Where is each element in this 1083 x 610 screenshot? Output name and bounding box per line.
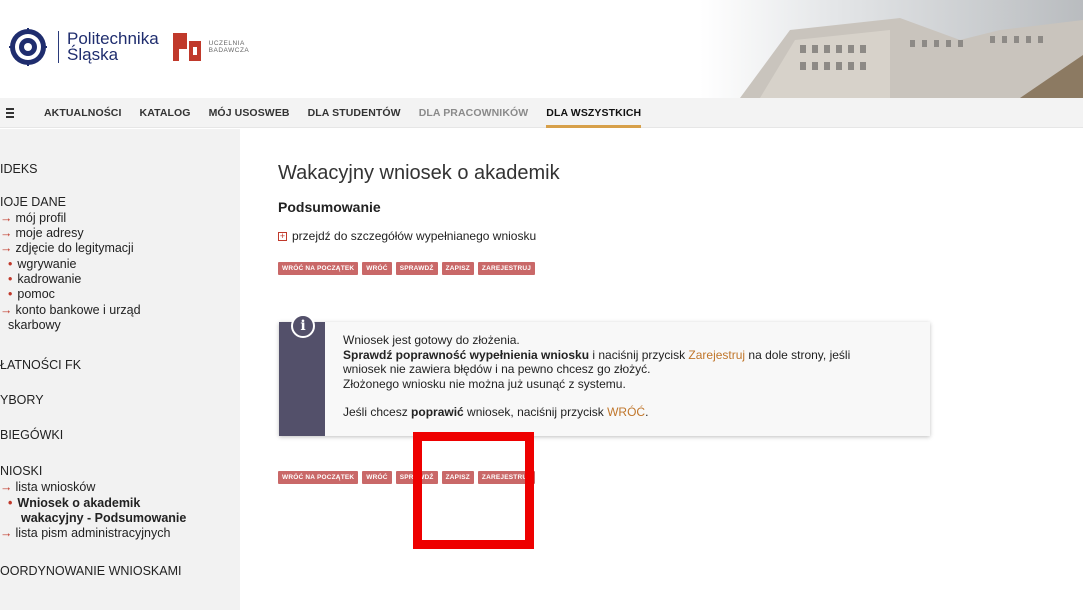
save-button[interactable]: ZAPISZ [441,262,474,275]
arrow-right-icon: → [0,480,13,494]
arrow-right-icon: → [0,241,13,255]
arrow-right-icon: → [0,211,13,225]
bullet-icon: • [8,272,13,286]
sidebar-section-platnosci[interactable]: ŁATNOŚCI FK [0,358,81,372]
sidebar-item-moj-profil[interactable]: → mój profil [0,211,66,225]
expand-icon: + [278,230,287,241]
arrow-right-icon: → [0,226,13,240]
university-name-line2: Śląska [67,45,119,64]
nav-item-katalog[interactable]: KATALOG [140,98,191,128]
sidebar-section-wybory[interactable]: YBORY [0,393,44,407]
info-message: Wniosek jest gotowy do złożenia. Sprawdź… [343,333,851,419]
university-name: Politechnika Śląska [58,30,159,64]
back-reference: WRÓĆ [607,405,646,419]
sidebar-subitem-wgrywanie[interactable]: • wgrywanie [8,257,76,271]
details-link[interactable]: + przejdź do szczegółów wypełnianego wni… [278,229,536,243]
nav-item-dla-wszystkich[interactable]: DLA WSZYSTKICH [546,98,642,128]
university-mark-icon [172,33,201,61]
sidebar-subitem-pomoc[interactable]: • pomoc [8,287,55,301]
section-title: Podsumowanie [278,199,381,215]
info-strip [279,322,325,436]
sidebar-item-zdjecie[interactable]: → zdjęcie do legitymacji [0,241,134,255]
register-button[interactable]: ZAREJESTRUJ [477,262,536,275]
bullet-icon: • [8,257,13,271]
main-navigation: AKTUALNOŚCI KATALOG MÓJ USOSWEB DLA STUD… [0,98,1083,128]
page-title: Wakacyjny wniosek o akademik [278,162,560,184]
campus-photo [700,0,1083,98]
sidebar-item-moje-adresy[interactable]: → moje adresy [0,226,84,240]
site-header: Politechnika Śląska UCZELNIA BADAWCZA [0,0,1083,98]
back-to-start-button-bottom[interactable]: WRÓĆ NA POCZĄTEK [278,471,359,484]
sidebar-subitem-wniosek-akademik[interactable]: • Wniosek o akademik [8,496,140,510]
sidebar-item-lista-pism[interactable]: → lista pism administracyjnych [0,526,170,540]
highlight-box [413,432,534,549]
sidebar-item-lista-wnioskow[interactable]: → lista wniosków [0,480,95,494]
menu-icon[interactable] [6,106,20,120]
back-to-start-button[interactable]: WRÓĆ NA POCZĄTEK [278,262,359,275]
nav-item-aktualnosci[interactable]: AKTUALNOŚCI [44,98,122,128]
sidebar-section-wnioski[interactable]: NIOSKI [0,464,42,478]
sidebar-section-obiegowki[interactable]: BIEGÓWKI [0,428,63,442]
back-button[interactable]: WRÓĆ [362,262,392,275]
arrow-right-icon: → [0,303,13,317]
university-logo[interactable]: Politechnika Śląska UCZELNIA BADAWCZA [8,24,249,70]
back-button-bottom[interactable]: WRÓĆ [362,471,392,484]
sidebar-section-indeks[interactable]: IDEKS [0,162,38,176]
university-emblem-icon [9,28,47,66]
register-reference: Zarejestruj [688,347,746,362]
sidebar: IDEKS IOJE DANE → mój profil → moje adresy… [0,129,240,610]
research-university-badge: UCZELNIA BADAWCZA [208,40,250,54]
sidebar-section-moje-dane[interactable]: IOJE DANE [0,195,66,209]
info-box: i Wniosek jest gotowy do złożenia. Spraw… [279,314,930,436]
sidebar-item-konto-bankowe-line2[interactable]: skarbowy [8,318,61,332]
info-icon: i [291,314,315,338]
sidebar-item-konto-bankowe[interactable]: → konto bankowe i urząd [0,303,141,317]
sidebar-subitem-wniosek-akademik-line2[interactable]: wakacyjny - Podsumowanie [21,511,186,525]
button-row-top: WRÓĆ NA POCZĄTEK WRÓĆ SPRAWDŹ ZAPISZ ZAR… [278,262,539,275]
sidebar-section-koordynowanie[interactable]: OORDYNOWANIE WNIOSKAMI [0,564,182,578]
bullet-icon: • [8,287,13,301]
page: Politechnika Śląska UCZELNIA BADAWCZA AK… [0,0,1083,610]
bullet-icon: • [8,496,13,510]
arrow-right-icon: → [0,526,13,540]
check-button[interactable]: SPRAWDŹ [395,262,438,275]
nav-item-dla-studentow[interactable]: DLA STUDENTÓW [308,98,401,128]
sidebar-subitem-kadrowanie[interactable]: • kadrowanie [8,272,81,286]
nav-item-moj-usosweb[interactable]: MÓJ USOSWEB [209,98,290,128]
nav-item-dla-pracownikow[interactable]: DLA PRACOWNIKÓW [419,98,529,128]
